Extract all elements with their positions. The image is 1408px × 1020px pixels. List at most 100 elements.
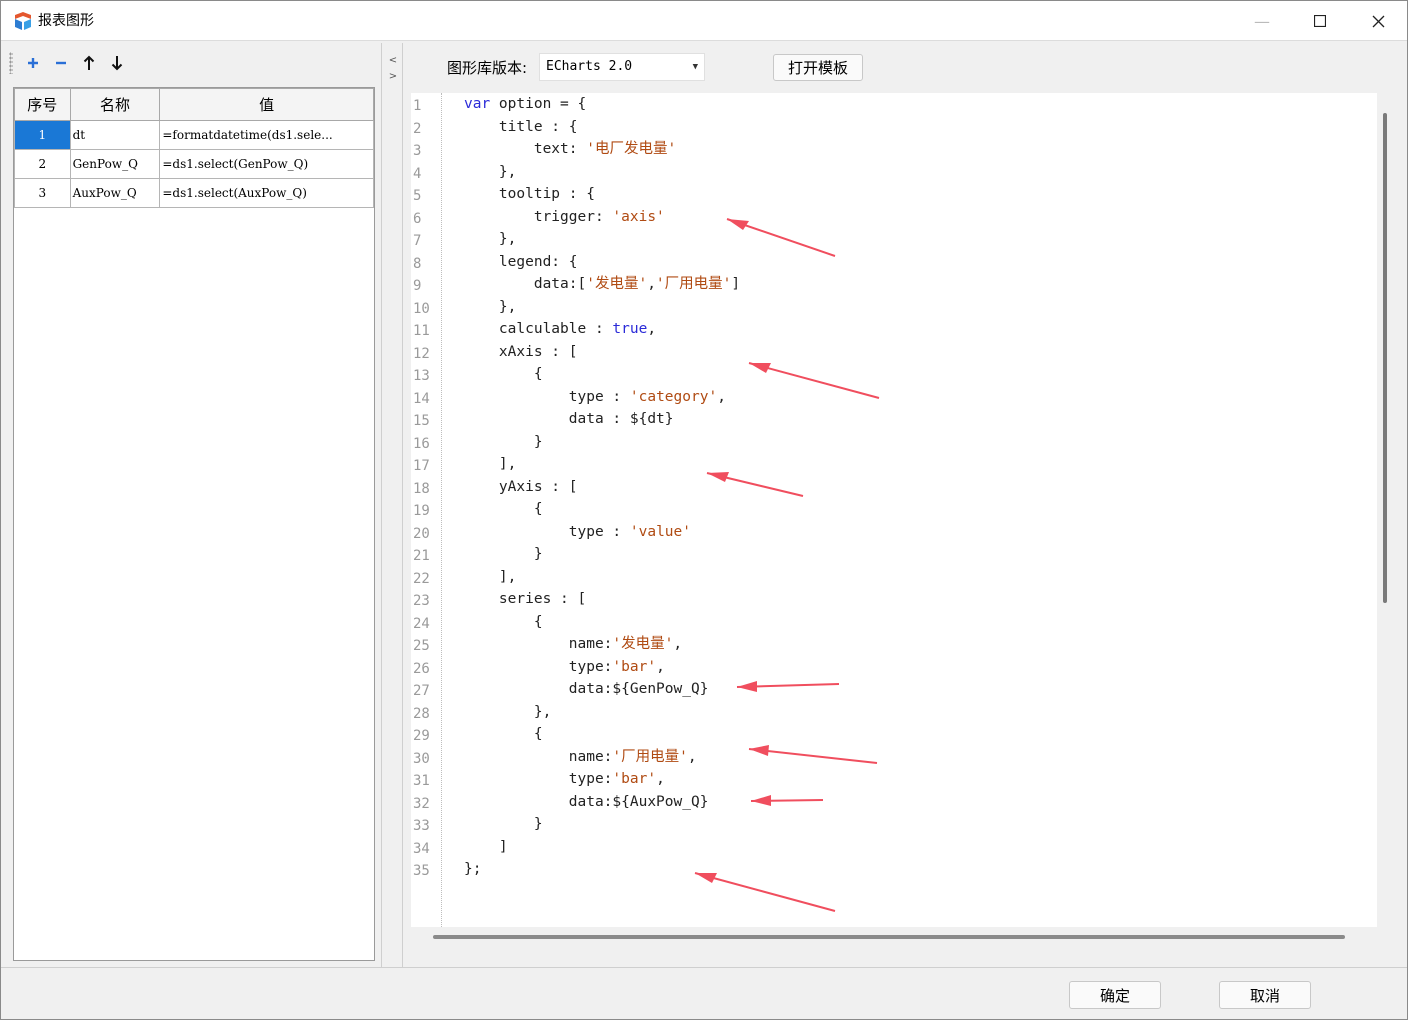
minimize-icon[interactable]: —: [1233, 1, 1291, 41]
code-line[interactable]: type:'bar',: [464, 768, 740, 791]
code-token: type:: [464, 658, 613, 675]
code-token: type:: [464, 771, 613, 787]
row-value-cell[interactable]: =formatdatetime(ds1.sele...: [159, 120, 374, 150]
code-line[interactable]: ],: [464, 566, 740, 589]
row-index-cell[interactable]: 2: [14, 149, 71, 179]
code-token: }: [464, 546, 543, 562]
code-line[interactable]: series : [: [464, 588, 740, 611]
chart-library-select[interactable]: ECharts 2.0 ▼: [539, 53, 705, 81]
code-line[interactable]: type : 'value': [464, 521, 740, 544]
table-row[interactable]: 3 AuxPow_Q =ds1.select(AuxPow_Q): [14, 178, 374, 208]
report-chart-dialog: 报表图形 — 序号 名称 值 1 dt =formatdatetime(ds1.…: [0, 0, 1408, 1020]
line-number: 21: [413, 548, 430, 564]
minus-icon[interactable]: [47, 50, 75, 76]
code-line[interactable]: },: [464, 701, 740, 724]
panel-splitter[interactable]: < >: [381, 43, 403, 967]
chevron-down-icon[interactable]: ▼: [693, 54, 698, 80]
line-number: 5: [413, 188, 422, 204]
line-number: 33: [413, 818, 430, 834]
code-line[interactable]: {: [464, 363, 740, 386]
chart-library-label: 图形库版本:: [447, 59, 528, 77]
column-header-name[interactable]: 名称: [69, 88, 161, 121]
code-line[interactable]: }: [464, 543, 740, 566]
code-token: ,: [647, 321, 657, 337]
code-token: data:[: [464, 276, 587, 292]
line-number: 4: [413, 165, 422, 182]
code-token: ]: [464, 838, 508, 855]
line-number: 8: [413, 255, 422, 272]
row-value-cell[interactable]: =ds1.select(AuxPow_Q): [159, 178, 374, 208]
code-line[interactable]: var option = {: [464, 93, 740, 116]
row-name-cell[interactable]: dt: [69, 120, 161, 150]
code-line[interactable]: }: [464, 813, 740, 836]
line-number: 25: [413, 638, 430, 654]
maximize-icon[interactable]: [1291, 1, 1349, 41]
expand-right-icon[interactable]: >: [388, 71, 398, 82]
code-line[interactable]: {: [464, 498, 740, 521]
code-token: },: [464, 231, 517, 247]
column-header-index[interactable]: 序号: [14, 88, 71, 121]
code-line[interactable]: {: [464, 723, 740, 746]
line-number: 3: [413, 143, 422, 159]
code-token: ,: [717, 388, 726, 405]
code-text[interactable]: var option = { title : { text: '电厂发电量' }…: [464, 93, 740, 881]
column-header-value[interactable]: 值: [159, 88, 374, 121]
table-row[interactable]: 1 dt =formatdatetime(ds1.sele...: [14, 120, 374, 150]
title-bar: 报表图形 —: [1, 1, 1407, 41]
code-line[interactable]: data:['发电量','厂用电量']: [464, 273, 740, 296]
row-index-cell[interactable]: 3: [14, 178, 71, 208]
code-token: xAxis : [: [464, 343, 578, 360]
cancel-button[interactable]: 取消: [1219, 981, 1311, 1009]
code-token: },: [464, 298, 517, 315]
code-line[interactable]: data : ${dt}: [464, 408, 740, 431]
code-line[interactable]: ],: [464, 453, 740, 476]
code-line[interactable]: },: [464, 161, 740, 184]
code-line[interactable]: };: [464, 858, 740, 881]
code-line[interactable]: yAxis : [: [464, 476, 740, 499]
code-line[interactable]: type:'bar',: [464, 656, 740, 679]
code-line[interactable]: },: [464, 296, 740, 319]
vertical-scrollbar[interactable]: [1383, 113, 1387, 603]
code-line[interactable]: text: '电厂发电量': [464, 138, 740, 161]
code-keyword: true: [612, 321, 648, 337]
code-line[interactable]: }: [464, 431, 740, 454]
line-number: 14: [413, 390, 430, 407]
code-line[interactable]: tooltip : {: [464, 183, 740, 206]
code-line[interactable]: trigger: 'axis': [464, 206, 740, 229]
horizontal-scrollbar[interactable]: [433, 935, 1345, 939]
collapse-left-icon[interactable]: <: [388, 55, 398, 66]
code-editor[interactable]: 1 2 3 4 5 6 7 8 9 10 11 12 13 14 15 16 17 18 19 20 21 22 23 24 2…: [411, 93, 1377, 927]
code-line[interactable]: title : {: [464, 116, 740, 139]
plus-icon[interactable]: [19, 50, 47, 76]
table-row[interactable]: 2 GenPow_Q =ds1.select(GenPow_Q): [14, 149, 374, 179]
row-name-cell[interactable]: GenPow_Q: [69, 149, 161, 179]
code-token: name:: [464, 636, 613, 652]
code-line[interactable]: legend: {: [464, 251, 740, 274]
open-template-button[interactable]: 打开模板: [773, 54, 863, 81]
code-line[interactable]: calculable : true,: [464, 318, 740, 341]
ok-button[interactable]: 确定: [1069, 981, 1161, 1009]
code-line[interactable]: {: [464, 611, 740, 634]
code-line[interactable]: },: [464, 228, 740, 251]
toolbar-grip[interactable]: [9, 52, 13, 74]
code-token: data:${AuxPow_Q}: [464, 793, 709, 810]
code-line[interactable]: ]: [464, 836, 740, 859]
code-line[interactable]: data:${GenPow_Q}: [464, 678, 740, 701]
arrow-up-icon[interactable]: [75, 50, 103, 76]
line-number: 29: [413, 728, 430, 744]
code-line[interactable]: name:'发电量',: [464, 633, 740, 656]
line-number: 7: [413, 233, 422, 249]
row-name-cell[interactable]: AuxPow_Q: [69, 178, 161, 208]
row-index-cell[interactable]: 1: [14, 120, 71, 150]
code-line[interactable]: xAxis : [: [464, 341, 740, 364]
code-token: tooltip : {: [464, 186, 595, 202]
arrow-down-icon[interactable]: [103, 50, 131, 76]
code-string: '发电量': [586, 276, 648, 292]
annotation-arrow: [726, 218, 836, 257]
row-value-cell[interactable]: =ds1.select(GenPow_Q): [159, 149, 374, 179]
code-line[interactable]: type : 'category',: [464, 386, 740, 409]
code-token: {: [464, 613, 543, 630]
code-line[interactable]: data:${AuxPow_Q}: [464, 791, 740, 814]
close-icon[interactable]: [1349, 1, 1407, 41]
code-line[interactable]: name:'厂用电量',: [464, 746, 740, 769]
